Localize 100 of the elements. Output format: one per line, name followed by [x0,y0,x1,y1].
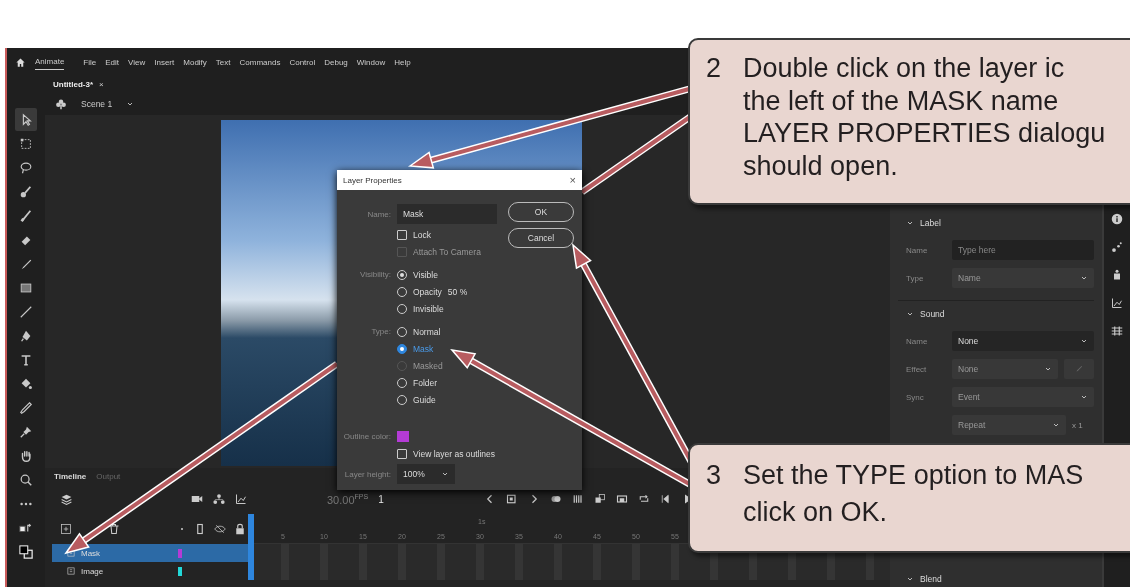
field-label: Name: [366,209,391,219]
field-label: Type: [370,327,391,336]
field-label: Name [906,336,929,346]
app-name[interactable]: Animate [35,54,65,70]
close-tab-button[interactable]: × [99,80,104,89]
radio-label: Normal [413,326,441,337]
paintbrush-icon [19,208,33,223]
callout-text: Double click on the layer ic the left of the MASK name LAYER PROPERTIES dialogu should open. [743,52,1106,182]
onion-skin-icon [549,493,562,505]
pen-icon [19,328,33,343]
step-number: 2 [706,52,722,85]
chevron-down-icon [441,470,449,478]
step-number: 3 [706,459,722,492]
layer-height-dropdown[interactable]: 100% [397,464,455,484]
menu-item[interactable]: Text [215,57,231,67]
chevron-down-icon [1080,337,1088,345]
section-title[interactable]: Sound [920,309,945,319]
chevron-down-icon [1052,421,1060,429]
field-label: Type [906,273,925,283]
text-icon [19,352,33,367]
trash-icon [108,523,120,535]
radio-label: Invisible [413,303,444,314]
keyframe-icon [505,493,518,505]
menu-item[interactable]: Help [394,57,411,67]
lock-icon [234,523,246,535]
chevron-down-icon [1044,365,1052,373]
radio-label: Visible [413,269,438,280]
colors-icon [19,544,33,559]
graph-icon [1111,297,1123,309]
repeat-count: x 1 [1072,420,1084,430]
menu-item[interactable]: View [128,57,146,67]
add-layer-icon [60,523,72,535]
info-icon [1111,213,1123,225]
brush-icon [19,184,33,199]
scene-icon [55,98,67,110]
layer-row[interactable]: Mask [52,544,248,562]
hierarchy-icon [213,493,225,505]
menu-item[interactable]: Modify [183,57,207,67]
menu-item[interactable]: Insert [154,57,175,67]
chevron-down-icon [126,100,135,108]
name-field[interactable]: Mask [397,204,497,224]
eyedropper-icon [19,400,33,415]
menu-item[interactable]: Control [289,57,316,67]
line-icon [19,304,33,319]
chevron-down-icon [906,219,914,227]
color-swatch[interactable] [397,431,409,442]
chevron-down-icon [906,310,914,318]
close-button[interactable]: × [569,174,576,186]
panel-tab[interactable]: Timeline [54,471,87,481]
loop-icon [637,493,650,505]
radio-button[interactable] [397,343,407,354]
lasso-icon [19,160,33,175]
text-field[interactable]: Type here [952,240,1094,260]
field-label: Outline color: [342,432,391,441]
layers-icon [60,492,73,506]
copy-icon [593,493,606,505]
frame-track[interactable] [254,562,890,580]
dropdown[interactable]: None [952,331,1094,351]
bucket-icon [19,376,33,391]
graph-icon [235,493,247,505]
figure-icon [1111,269,1123,281]
field-label: Sync [906,392,925,402]
layer-name: Mask [81,548,102,558]
section-title[interactable]: Blend [920,574,942,584]
chevron-down-icon [1080,393,1088,401]
menu-item[interactable]: Debug [324,57,348,67]
tool-button[interactable] [15,108,37,131]
hand-icon [19,448,33,463]
radio-label: Opacity [413,286,442,297]
layer-row[interactable]: Image [52,562,248,580]
dialog-title: Layer Properties [343,175,402,185]
checkbox-label: Lock [413,229,431,240]
checkbox-label: Attach To Camera [413,246,481,257]
grid-icon [1111,325,1123,337]
menu-item[interactable]: File [83,57,97,67]
current-frame[interactable]: 1 [378,493,384,505]
scene-name[interactable]: Scene 1 [81,99,113,109]
dot-icon [178,525,186,533]
clip-icon [615,493,628,505]
document-tab[interactable]: Untitled-3* [53,80,93,89]
pin-icon [19,424,33,439]
dots-icon [1111,241,1123,253]
zoom-icon [19,472,33,487]
chevron-down-icon [1080,274,1088,282]
opacity-value: 50 % [447,286,468,297]
menu-item[interactable]: Window [356,57,386,67]
frame-rate[interactable]: 30.00$^{FPS}$ [327,492,369,506]
chevron-down-icon [906,575,914,583]
transform-icon [19,136,33,151]
step-back-icon [659,493,672,505]
pencil-icon [1074,364,1084,374]
field-label: Name [906,245,929,255]
layer-name: Image [81,566,105,576]
menu-item[interactable]: Commands [239,57,281,67]
eye-off-icon [214,523,226,535]
frame-outline-icon [194,523,206,535]
layer-icon [66,548,76,558]
section-title[interactable]: Label [920,218,941,228]
menu-item[interactable]: Edit [105,57,120,67]
radio-label: Guide [413,394,436,405]
